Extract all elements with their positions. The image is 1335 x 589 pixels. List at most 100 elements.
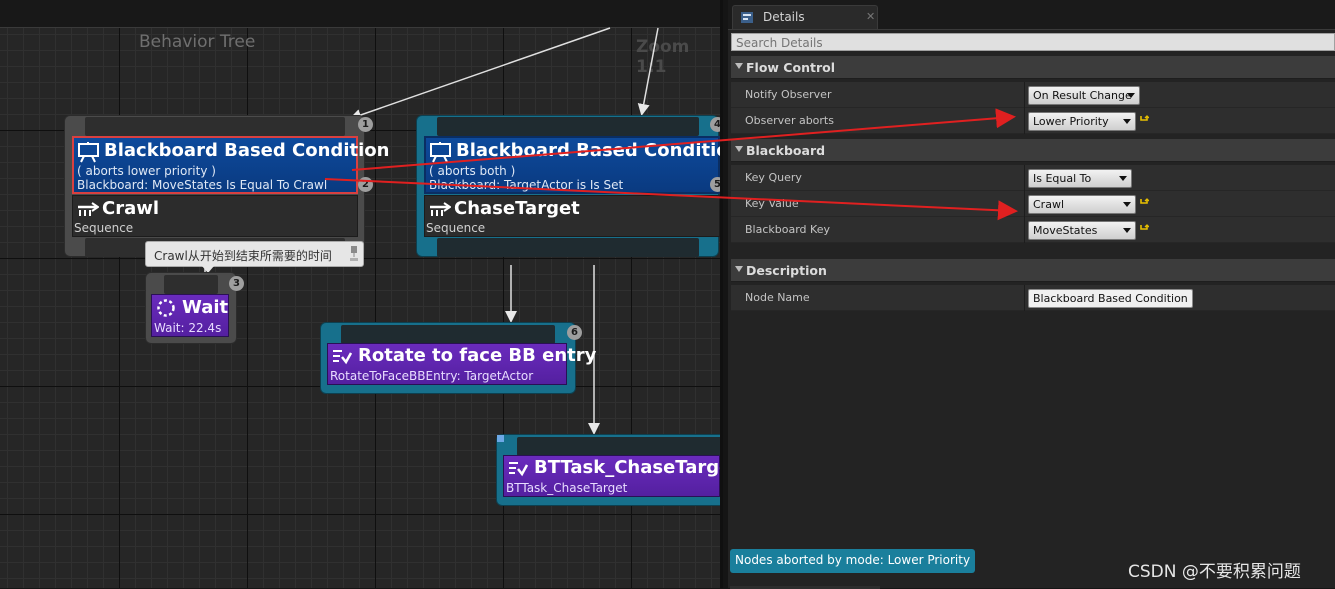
property-label: Node Name (745, 291, 810, 304)
composite-title: ChaseTarget (454, 198, 580, 219)
property-key-value: Key Value Crawl (731, 191, 1335, 217)
input-pin[interactable] (517, 437, 723, 456)
dropdown-value: Is Equal To (1033, 172, 1092, 185)
execution-index: 6 (567, 325, 582, 340)
notify-observer-dropdown[interactable]: On Result Change (1028, 86, 1140, 105)
node-name-field[interactable]: Blackboard Based Condition (1028, 289, 1193, 308)
sequence-icon (430, 202, 451, 216)
input-pin[interactable] (85, 117, 345, 136)
category-blackboard[interactable]: Blackboard (731, 139, 1335, 162)
execution-index: 3 (229, 276, 244, 291)
column-divider[interactable] (1024, 108, 1025, 134)
expand-arrow-icon[interactable] (735, 146, 743, 152)
task-icon (333, 350, 352, 365)
tab-details[interactable]: Details ✕ (732, 5, 878, 29)
observer-aborts-dropdown[interactable]: Lower Priority (1028, 112, 1136, 131)
board-icon (430, 142, 451, 163)
board-icon (78, 142, 99, 163)
behavior-tree-graph[interactable]: Behavior Tree Zoom 1:1 1 Blackboard Base… (0, 0, 723, 588)
property-observer-aborts: Observer aborts Lower Priority (731, 108, 1335, 134)
blueprint-icon (497, 435, 504, 442)
property-notify-observer: Notify Observer On Result Change (731, 82, 1335, 108)
task-title: Rotate to face BB entry (358, 345, 597, 366)
decorator-blackboard-condition-left[interactable]: Blackboard Based Condition ( aborts lowe… (72, 136, 389, 194)
decorator-title: Blackboard Based Condition (104, 140, 390, 161)
panel-splitter[interactable] (720, 0, 723, 588)
reset-arrow-icon[interactable] (1140, 198, 1149, 207)
expand-arrow-icon[interactable] (735, 266, 743, 272)
task-bttask-chasetarget[interactable]: BTTask_ChaseTarget BTTask_ChaseTarget (503, 455, 723, 497)
column-divider[interactable] (1024, 191, 1025, 217)
reset-arrow-icon[interactable] (1140, 224, 1149, 233)
category-label: Blackboard (746, 143, 826, 158)
chevron-down-icon (1127, 93, 1135, 98)
execution-index: 1 (358, 117, 373, 132)
category-flow-control[interactable]: Flow Control (731, 56, 1335, 79)
output-pin[interactable] (437, 238, 699, 257)
details-icon (741, 12, 753, 23)
wait-icon (157, 299, 175, 317)
category-description[interactable]: Description (731, 259, 1335, 282)
chevron-down-icon (1123, 202, 1131, 207)
decorator-abort-mode: ( aborts lower priority ) (77, 164, 216, 178)
expand-arrow-icon[interactable] (735, 63, 743, 69)
task-title: Wait (182, 297, 229, 318)
tab-label: Details (763, 10, 805, 24)
composite-type: Sequence (74, 221, 134, 235)
details-body: Flow Control Notify Observer On Result C… (728, 29, 1335, 589)
chevron-down-icon (1123, 119, 1131, 124)
property-label: Observer aborts (745, 114, 834, 127)
property-label: Key Value (745, 197, 799, 210)
decorator-description: Blackboard: TargetActor is Is Set (429, 178, 624, 192)
node-tooltip: Crawl从开始到结束所需要的时间 (145, 241, 364, 273)
column-divider[interactable] (1024, 82, 1025, 108)
category-label: Description (746, 263, 827, 278)
edge-root-to-right (637, 27, 659, 116)
close-icon[interactable]: ✕ (866, 10, 875, 23)
tooltip-text: Crawl从开始到结束所需要的时间 (154, 249, 332, 263)
chevron-down-icon (1123, 228, 1131, 233)
execution-index: 2 (358, 177, 373, 192)
pin-icon[interactable] (349, 245, 359, 263)
task-rotate-to-face[interactable]: Rotate to face BB entry RotateToFaceBBEn… (327, 343, 596, 385)
property-label: Notify Observer (745, 88, 832, 101)
task-description: RotateToFaceBBEntry: TargetActor (330, 369, 534, 383)
task-title: BTTask_ChaseTarget (534, 457, 723, 478)
dropdown-value: Crawl (1033, 198, 1064, 211)
task-wait[interactable]: Wait Wait: 22.4s (151, 294, 229, 337)
column-divider[interactable] (1024, 217, 1025, 243)
details-panel: Details ✕ Flow Control Notify Observer O… (728, 0, 1335, 589)
property-label: Key Query (745, 171, 802, 184)
input-pin[interactable] (164, 275, 218, 294)
composite-crawl[interactable]: Crawl Sequence (72, 195, 358, 237)
column-divider[interactable] (1024, 165, 1025, 191)
column-divider[interactable] (1024, 285, 1025, 311)
chevron-down-icon (1119, 176, 1127, 181)
key-query-dropdown[interactable]: Is Equal To (1028, 169, 1132, 188)
category-label: Flow Control (746, 60, 835, 75)
blackboard-key-dropdown[interactable]: MoveStates (1028, 221, 1136, 240)
property-label: Blackboard Key (745, 223, 830, 236)
watermark: CSDN @不要积累问题 (1128, 562, 1301, 582)
decorator-title: Blackboard Based Condition (456, 140, 723, 161)
task-icon (509, 462, 528, 477)
input-pin[interactable] (341, 325, 555, 344)
key-value-dropdown[interactable]: Crawl (1028, 195, 1136, 214)
edge-root-to-left (349, 27, 611, 121)
dropdown-value: MoveStates (1033, 224, 1098, 237)
decorator-description: Blackboard: MoveStates Is Equal To Crawl (77, 178, 328, 192)
status-badge: Nodes aborted by mode: Lower Priority (730, 549, 976, 573)
search-details-input[interactable] (731, 33, 1335, 51)
input-pin[interactable] (437, 117, 699, 136)
composite-chasetarget[interactable]: ChaseTarget Sequence (424, 195, 720, 237)
task-description: Wait: 22.4s (154, 321, 222, 335)
decorator-blackboard-condition-right[interactable]: Blackboard Based Condition ( aborts both… (424, 136, 723, 194)
property-node-name: Node Name Blackboard Based Condition (731, 285, 1335, 311)
dropdown-value: Lower Priority (1033, 115, 1109, 128)
composite-title: Crawl (102, 198, 160, 219)
task-description: BTTask_ChaseTarget (506, 481, 628, 495)
dropdown-value: On Result Change (1033, 89, 1132, 102)
property-key-query: Key Query Is Equal To (731, 165, 1335, 191)
composite-type: Sequence (426, 221, 486, 235)
reset-arrow-icon[interactable] (1140, 115, 1149, 124)
